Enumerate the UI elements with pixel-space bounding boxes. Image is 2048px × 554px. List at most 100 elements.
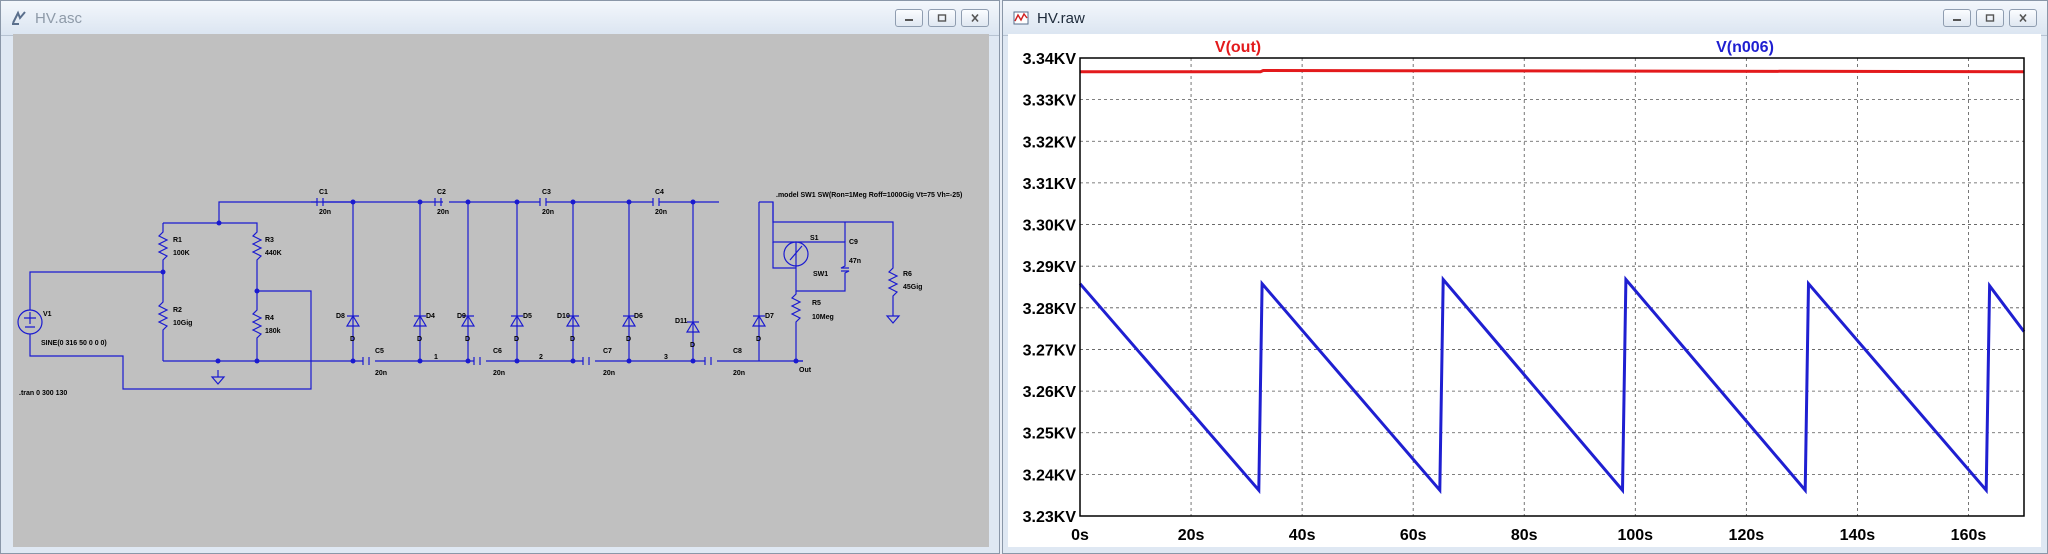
d8-model: D <box>350 336 355 343</box>
close-button[interactable] <box>961 9 989 27</box>
r5-value: 10Meg <box>812 314 834 321</box>
x-tick-label: 40s <box>1289 527 1316 544</box>
c4-label: C4 <box>655 189 664 196</box>
y-tick-label: 3.29KV <box>1023 259 1077 276</box>
c1-value: 20n <box>319 209 331 216</box>
c2-value: 20n <box>437 209 449 216</box>
x-tick-label: 160s <box>1951 527 1987 544</box>
node-3-label: 3 <box>664 354 668 361</box>
r3-value: 440K <box>265 250 282 257</box>
d7-label: D7 <box>765 313 774 320</box>
d6-model: D <box>626 336 631 343</box>
c6-label: C6 <box>493 348 502 355</box>
r6-value: 45Gig <box>903 284 922 291</box>
traces[interactable] <box>1078 68 2026 495</box>
r1-value: 100K <box>173 250 190 257</box>
waveform-plot[interactable]: 3.34KV 3.33KV 3.32KV 3.31KV 3.30KV 3.29KV 3.28… <box>1008 34 2041 547</box>
d9-model: D <box>465 336 470 343</box>
d10-label: D10 <box>557 313 570 320</box>
y-tick-label: 3.28KV <box>1023 301 1077 318</box>
c2-label: C2 <box>437 189 446 196</box>
schematic-window-title: HV.asc <box>35 10 82 27</box>
model-directive[interactable]: .model SW1 SW(Ron=1Meg Roff=1000Gig Vt=7… <box>776 192 962 199</box>
minimize-button[interactable] <box>1943 9 1971 27</box>
y-tick-label: 3.26KV <box>1023 384 1077 401</box>
d9-label: D9 <box>457 313 466 320</box>
r5-label: R5 <box>812 300 821 307</box>
d6-label: D6 <box>634 313 643 320</box>
legend-v-n006-[interactable]: V(n006) <box>1716 39 1774 56</box>
v1-label: V1 <box>43 311 52 318</box>
r2-value: 10Gig <box>173 320 192 327</box>
c7-value: 20n <box>603 370 615 377</box>
x-tick-label: 60s <box>1400 527 1427 544</box>
y-axis-tick-labels: 3.34KV 3.33KV 3.32KV 3.31KV 3.30KV 3.29KV 3.28… <box>1023 51 1077 526</box>
x-axis-tick-labels: 0s 20s 40s 60s 80s 100s 120s 140s 160s <box>1071 527 1986 544</box>
trace-v-n006-[interactable] <box>1078 275 2026 495</box>
x-tick-label: 120s <box>1729 527 1765 544</box>
d4-model: D <box>417 336 422 343</box>
node-1-label: 1 <box>434 354 438 361</box>
tran-directive[interactable]: .tran 0 300 130 <box>19 390 67 397</box>
node-2-label: 2 <box>539 354 543 361</box>
c5-label: C5 <box>375 348 384 355</box>
schematic-drawing[interactable]: V1 SINE(0 316 50 0 0 0) R1 100K R2 10Gig… <box>13 34 991 549</box>
waveform-window[interactable]: HV.raw 3.34KV 3.33KV 3.32KV 3.31KV 3.30KV 3.2… <box>1002 0 2048 554</box>
schematic-window[interactable]: HV.asc V1 SINE(0 316 50 0 0 0) R1 100K R… <box>0 0 1000 554</box>
d11-label: D11 <box>675 318 688 325</box>
s1-label: S1 <box>810 235 819 242</box>
d4-label: D4 <box>426 313 435 320</box>
d8-label: D8 <box>336 313 345 320</box>
c8-value: 20n <box>733 370 745 377</box>
d5-label: D5 <box>523 313 532 320</box>
c8-label: C8 <box>733 348 742 355</box>
r6-label: R6 <box>903 271 912 278</box>
minimize-button[interactable] <box>895 9 923 27</box>
r1-label: R1 <box>173 237 182 244</box>
schematic-canvas[interactable]: V1 SINE(0 316 50 0 0 0) R1 100K R2 10Gig… <box>13 34 989 547</box>
y-tick-label: 3.32KV <box>1023 134 1077 151</box>
x-tick-label: 140s <box>1840 527 1876 544</box>
y-tick-label: 3.27KV <box>1023 342 1077 359</box>
d10-model: D <box>570 336 575 343</box>
y-tick-label: 3.24KV <box>1023 467 1077 484</box>
close-icon <box>971 13 979 23</box>
y-tick-label: 3.23KV <box>1023 509 1077 526</box>
v1-value: SINE(0 316 50 0 0 0) <box>41 340 107 347</box>
restore-button[interactable] <box>1976 9 2004 27</box>
c6-value: 20n <box>493 370 505 377</box>
x-tick-label: 100s <box>1617 527 1653 544</box>
waveform-window-title: HV.raw <box>1037 10 1085 27</box>
c3-label: C3 <box>542 189 551 196</box>
c9-value: 47n <box>849 258 861 265</box>
r3-label: R3 <box>265 237 274 244</box>
r4-label: R4 <box>265 315 274 322</box>
restore-button[interactable] <box>928 9 956 27</box>
plot-pane[interactable]: 3.34KV 3.33KV 3.32KV 3.31KV 3.30KV 3.29KV 3.28… <box>1008 34 2041 547</box>
schematic-titlebar[interactable]: HV.asc <box>1 1 999 36</box>
d7-model: D <box>756 336 761 343</box>
ltspice-app-icon <box>12 10 26 25</box>
trace-v-out-[interactable] <box>1080 68 2025 74</box>
c7-label: C7 <box>603 348 612 355</box>
close-button[interactable] <box>2009 9 2037 27</box>
trace-legend[interactable]: V(out) V(n006) <box>1215 39 1774 56</box>
x-tick-label: 20s <box>1178 527 1205 544</box>
c4-value: 20n <box>655 209 667 216</box>
y-tick-label: 3.31KV <box>1023 176 1077 193</box>
legend-v-out-[interactable]: V(out) <box>1215 39 1261 56</box>
node-out-label: Out <box>799 367 812 374</box>
c1-label: C1 <box>319 189 328 196</box>
x-tick-label: 80s <box>1511 527 1538 544</box>
waveform-titlebar[interactable]: HV.raw <box>1003 1 2047 36</box>
s1-model: SW1 <box>813 271 828 278</box>
minimize-icon <box>905 19 913 21</box>
y-tick-label: 3.25KV <box>1023 426 1077 443</box>
x-tick-label: 0s <box>1071 527 1089 544</box>
d5-model: D <box>514 336 519 343</box>
minimize-icon <box>1953 19 1961 21</box>
c5-value: 20n <box>375 370 387 377</box>
restore-icon <box>937 14 947 22</box>
y-tick-label: 3.30KV <box>1023 218 1077 235</box>
y-tick-label: 3.33KV <box>1023 93 1077 110</box>
